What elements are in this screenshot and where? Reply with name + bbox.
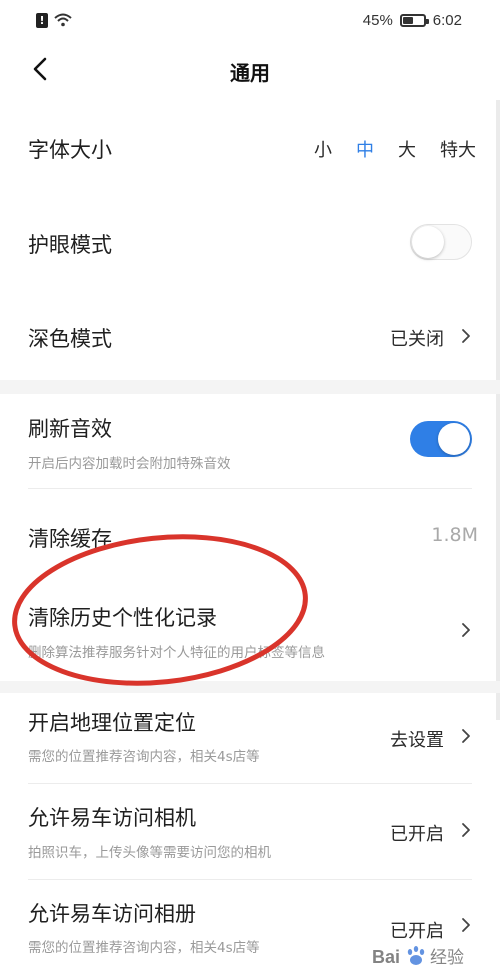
camera-label: 允许易车访问相机 <box>28 806 196 830</box>
baidu-watermark-logo: Bai 经验 <box>372 946 464 968</box>
dark-mode-label: 深色模式 <box>28 327 112 351</box>
refresh-sound-label: 刷新音效 <box>28 417 112 441</box>
clock: 6:02 <box>432 11 462 29</box>
location-value: 去设置 <box>390 730 444 751</box>
setting-location[interactable]: 开启地理位置定位 需您的位置推荐咨询内容，相关4s店等 去设置 <box>0 693 500 788</box>
eye-care-toggle[interactable] <box>410 224 472 260</box>
clear-history-description: 删除算法推荐服务针对个人特征的用户标签等信息 <box>28 645 325 661</box>
settings-page: ! 45% 6:02 通用 字体大小 小 中 大 特大 护眼模式 深色模式 已关… <box>0 0 500 977</box>
battery-icon <box>399 13 429 27</box>
font-size-options: 小 中 大 特大 <box>314 136 476 162</box>
section-divider <box>0 380 500 394</box>
chevron-right-icon <box>462 329 470 343</box>
chevron-right-icon <box>462 918 470 932</box>
setting-refresh-sound[interactable]: 刷新音效 开启后内容加载时会附加特殊音效 <box>0 394 500 488</box>
location-label: 开启地理位置定位 <box>28 711 196 735</box>
battery-percent: 45% <box>362 11 393 29</box>
camera-description: 拍照识车，上传头像等需要访问您的相机 <box>28 845 271 861</box>
setting-eye-care[interactable]: 护眼模式 <box>0 195 500 290</box>
album-description: 需您的位置推荐咨询内容，相关4s店等 <box>28 940 260 956</box>
font-size-option-large[interactable]: 大 <box>398 136 416 162</box>
font-size-label: 字体大小 <box>28 138 112 162</box>
clear-cache-label: 清除缓存 <box>28 527 112 551</box>
font-size-option-small[interactable]: 小 <box>314 136 332 162</box>
chevron-right-icon <box>462 823 470 837</box>
battery-level <box>402 16 413 24</box>
eye-care-label: 护眼模式 <box>28 233 112 257</box>
wifi-icon <box>54 13 72 27</box>
page-title: 通用 <box>230 61 270 85</box>
font-size-option-medium[interactable]: 中 <box>356 136 374 162</box>
status-bar: ! 45% 6:02 <box>0 0 500 40</box>
location-description: 需您的位置推荐咨询内容，相关4s店等 <box>28 749 260 765</box>
toggle-knob <box>438 423 470 455</box>
setting-clear-history[interactable]: 清除历史个性化记录 删除算法推荐服务针对个人特征的用户标签等信息 <box>0 581 500 681</box>
svg-text:Bai: Bai <box>372 947 400 967</box>
setting-font-size: 字体大小 小 中 大 特大 <box>0 100 500 195</box>
chevron-right-icon <box>462 729 470 743</box>
setting-dark-mode[interactable]: 深色模式 已关闭 <box>0 290 500 380</box>
chevron-right-icon <box>462 623 470 637</box>
cache-size-value: 1.8M <box>431 524 478 546</box>
setting-camera-permission[interactable]: 允许易车访问相机 拍照识车，上传头像等需要访问您的相机 已开启 <box>0 784 500 879</box>
album-label: 允许易车访问相册 <box>28 902 196 926</box>
refresh-sound-description: 开启后内容加载时会附加特殊音效 <box>28 456 231 472</box>
clear-history-label: 清除历史个性化记录 <box>28 606 217 630</box>
section-divider <box>0 681 500 693</box>
dark-mode-value: 已关闭 <box>390 329 444 350</box>
font-size-option-extra-large[interactable]: 特大 <box>440 136 476 162</box>
setting-clear-cache[interactable]: 清除缓存 1.8M <box>0 489 500 581</box>
toggle-knob <box>412 225 444 258</box>
camera-value: 已开启 <box>390 824 444 845</box>
svg-text:经验: 经验 <box>430 948 464 968</box>
alert-icon: ! <box>36 12 48 28</box>
refresh-sound-toggle[interactable] <box>410 421 472 457</box>
app-header: 通用 <box>0 40 500 100</box>
